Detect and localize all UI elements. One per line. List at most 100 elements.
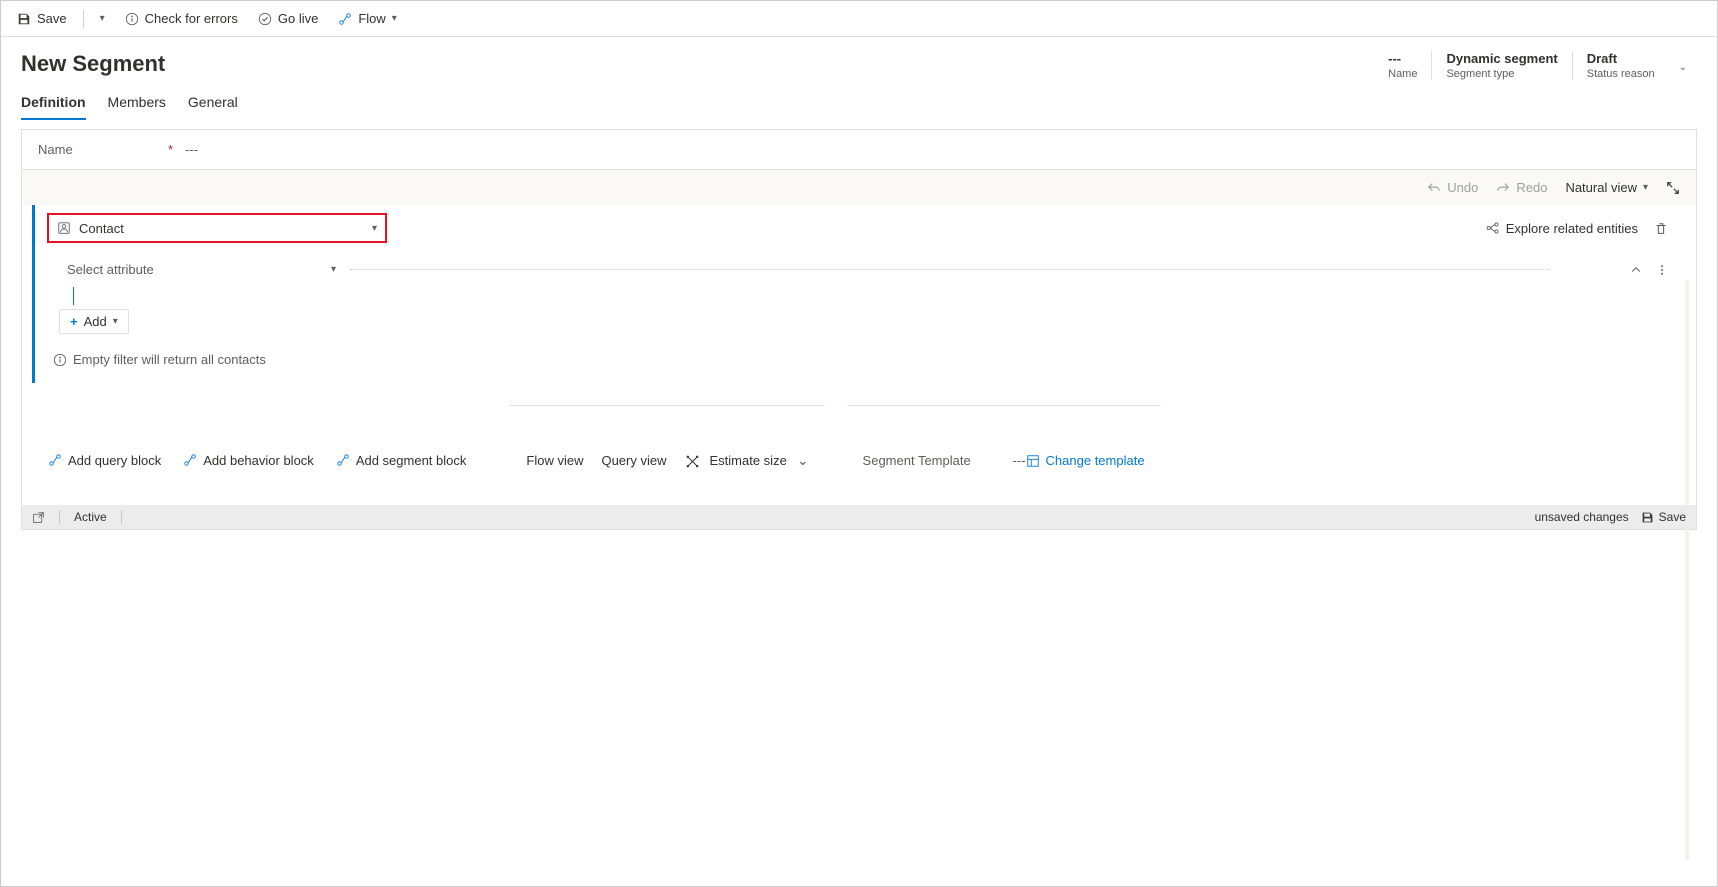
status-right: unsaved changes Save: [1535, 510, 1686, 524]
explore-related-button[interactable]: Explore related entities: [1486, 221, 1638, 236]
flow-icon: [338, 12, 352, 26]
status-save-label: Save: [1659, 510, 1686, 524]
estimate-controls: Estimate size ⌄: [685, 452, 809, 469]
go-live-label: Go live: [278, 11, 318, 26]
plus-icon: +: [70, 314, 78, 329]
required-indicator: *: [168, 142, 173, 157]
attribute-selector[interactable]: Select attribute ▾: [59, 255, 344, 283]
page-header: New Segment --- Name Dynamic segment Seg…: [1, 37, 1717, 80]
hint-text: Empty filter will return all contacts: [73, 352, 266, 367]
popout-button[interactable]: [32, 510, 45, 524]
name-value[interactable]: ---: [185, 142, 198, 157]
add-segment-label: Add segment block: [356, 453, 467, 468]
relation-icon: [1486, 221, 1500, 235]
template-icon: [1026, 454, 1040, 468]
check-errors-button[interactable]: Check for errors: [117, 7, 246, 30]
separator: [121, 510, 122, 524]
separator: [59, 510, 60, 524]
popout-icon: [32, 511, 45, 524]
meta-label: Segment type: [1446, 68, 1557, 80]
header-expand-button[interactable]: ⌄: [1669, 58, 1697, 73]
estimate-size-button[interactable]: Estimate size: [710, 453, 787, 468]
name-field-row: Name * ---: [22, 130, 1696, 170]
check-circle-icon: [258, 12, 272, 26]
meta-value: Dynamic segment: [1446, 51, 1557, 66]
expand-icon: [1666, 181, 1680, 195]
status-bar: Active unsaved changes Save: [22, 505, 1696, 529]
row-connector: [350, 269, 1550, 270]
chevron-down-icon: ▾: [113, 316, 118, 327]
contact-icon: [57, 221, 71, 235]
meta-status-reason: Draft Status reason: [1572, 51, 1669, 80]
unsaved-changes-label: unsaved changes: [1535, 510, 1629, 524]
definition-panel: Name * --- Undo Redo Natural view ▾ Cont…: [21, 129, 1697, 530]
query-block: Contact ▾ Explore related entities Selec…: [32, 205, 1680, 383]
connector-line: [73, 287, 74, 305]
flow-icon: [183, 453, 197, 467]
row-more-button[interactable]: [1656, 262, 1668, 277]
explore-label: Explore related entities: [1506, 221, 1638, 236]
save-icon: [1641, 511, 1654, 524]
fullscreen-button[interactable]: [1666, 181, 1680, 195]
flow-button[interactable]: Flow ▾: [330, 7, 404, 30]
tab-definition[interactable]: Definition: [21, 94, 86, 120]
row-actions: [1630, 262, 1668, 277]
flow-icon: [48, 453, 62, 467]
tab-members[interactable]: Members: [108, 94, 166, 120]
flow-view-link[interactable]: Flow view: [526, 453, 583, 468]
query-view-link[interactable]: Query view: [601, 453, 666, 468]
meta-name: --- Name: [1374, 51, 1431, 80]
delete-block-button[interactable]: [1654, 220, 1668, 236]
add-query-label: Add query block: [68, 453, 161, 468]
vertical-scrollbar[interactable]: [1680, 280, 1694, 860]
chevron-down-icon: ▾: [392, 13, 397, 24]
empty-filter-hint: Empty filter will return all contacts: [53, 352, 1668, 367]
go-live-button[interactable]: Go live: [250, 7, 326, 30]
change-template-label: Change template: [1046, 453, 1145, 468]
undo-label: Undo: [1447, 180, 1478, 195]
entity-label: Contact: [79, 221, 124, 236]
save-label: Save: [37, 11, 67, 26]
view-selector[interactable]: Natural view ▾: [1565, 180, 1648, 195]
redo-button[interactable]: Redo: [1496, 180, 1547, 195]
add-condition-button[interactable]: + Add ▾: [59, 309, 129, 334]
tab-bar: Definition Members General: [1, 80, 1717, 121]
meta-segment-type: Dynamic segment Segment type: [1431, 51, 1571, 80]
undo-button[interactable]: Undo: [1427, 180, 1478, 195]
tab-general[interactable]: General: [188, 94, 238, 120]
add-behavior-block-button[interactable]: Add behavior block: [183, 405, 314, 515]
estimate-icon: [685, 452, 700, 469]
chevron-up-icon: [1630, 264, 1642, 276]
redo-label: Redo: [1516, 180, 1547, 195]
add-label: Add: [84, 314, 107, 329]
collapse-row-button[interactable]: [1630, 262, 1642, 277]
save-dropdown[interactable]: ▾: [92, 9, 113, 28]
add-query-block-button[interactable]: Add query block: [48, 405, 161, 515]
status-active: Active: [74, 510, 107, 524]
more-vertical-icon: [1656, 264, 1668, 276]
flow-icon: [336, 453, 350, 467]
entity-selector[interactable]: Contact ▾: [47, 213, 387, 243]
chevron-down-icon: ▾: [1643, 182, 1648, 193]
meta-value: ---: [1388, 51, 1417, 66]
block-header: Contact ▾ Explore related entities: [47, 213, 1668, 243]
add-segment-block-button[interactable]: Add segment block: [336, 405, 467, 515]
chevron-down-icon: ▾: [100, 13, 105, 24]
status-save-button[interactable]: Save: [1641, 510, 1686, 524]
chevron-down-icon[interactable]: ⌄: [797, 452, 809, 469]
save-button[interactable]: Save: [9, 7, 75, 30]
separator: [83, 10, 84, 28]
name-label: Name: [38, 142, 168, 157]
command-bar: Save ▾ Check for errors Go live Flow ▾: [1, 1, 1717, 37]
attribute-placeholder: Select attribute: [67, 262, 154, 277]
block-actions: Explore related entities: [1486, 220, 1668, 236]
info-icon: [125, 12, 139, 26]
header-meta: --- Name Dynamic segment Segment type Dr…: [1374, 51, 1697, 80]
info-icon: [53, 353, 67, 367]
change-template-button[interactable]: Change template: [1026, 453, 1145, 468]
trash-icon: [1654, 222, 1668, 236]
flow-label: Flow: [358, 11, 385, 26]
redo-icon: [1496, 181, 1510, 195]
template-row: Segment Template --- Change template: [847, 405, 1161, 515]
template-value: ---: [1013, 453, 1026, 468]
